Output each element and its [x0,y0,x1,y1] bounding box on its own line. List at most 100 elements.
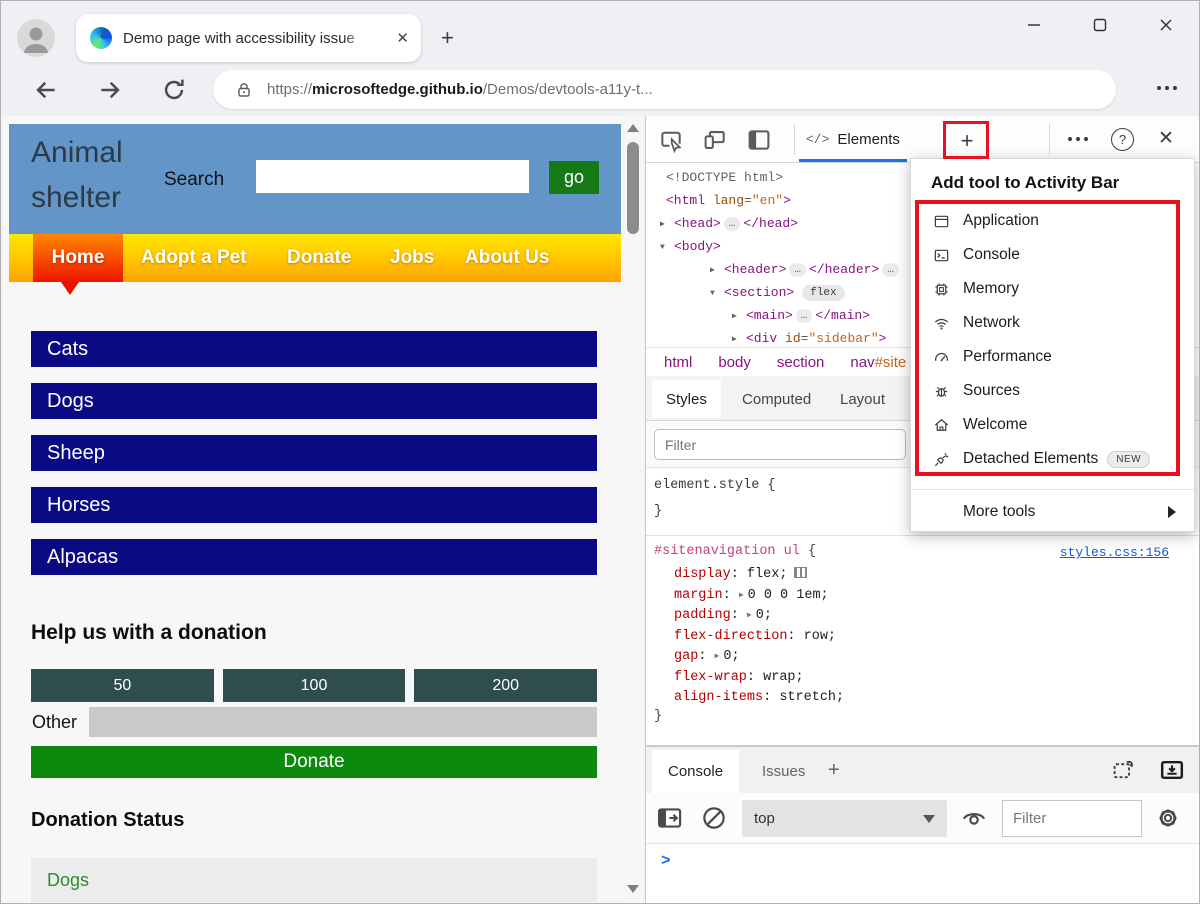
css-property-value[interactable]: stretch; [779,690,844,705]
expand-arrow-icon[interactable]: ▶ [732,305,746,328]
expand-arrow-icon[interactable]: ▶ [715,647,720,668]
tab-styles[interactable]: Styles [652,380,721,418]
drawer-add-tab-icon[interactable]: + [828,759,840,782]
css-property-value[interactable]: 0; [723,649,739,664]
nav-item-home[interactable]: Home [33,234,123,282]
window-controls [1001,1,1199,49]
close-drawer-icon[interactable] [1159,757,1185,783]
close-window-button[interactable] [1133,1,1199,49]
nav-item-adopt[interactable]: Adopt a Pet [141,234,247,282]
css-property-name[interactable]: display [674,567,731,582]
css-property-name[interactable]: align-items [674,690,763,705]
expand-arrow-icon[interactable]: ▶ [732,328,746,347]
css-property-row[interactable]: gap: ▶ 0; [674,647,1199,668]
tab-computed[interactable]: Computed [728,380,825,418]
expand-arrow-icon[interactable]: ▶ [739,586,744,607]
console-prompt-icon[interactable]: > [661,852,671,870]
tab-console[interactable]: Console [652,750,740,793]
nav-home-pointer [61,282,79,295]
donate-button[interactable]: Donate [31,746,597,778]
css-property-value[interactable]: 0 0 0 1em; [748,588,829,603]
browser-tab[interactable]: Demo page with accessibility issue ✕ [76,14,421,62]
minimize-button[interactable] [1001,1,1067,49]
breadcrumb-item-nav[interactable]: nav#site [850,354,906,371]
css-property-value[interactable]: wrap; [763,670,804,685]
nav-item-donate[interactable]: Donate [287,234,351,282]
expand-arrow-icon[interactable]: ▶ [747,606,752,627]
css-property-value[interactable]: row; [804,629,836,644]
console-settings-gear-icon[interactable] [1154,804,1182,832]
flex-editor-icon[interactable] [794,567,808,578]
animal-link-cats[interactable]: Cats [31,331,597,367]
css-property-row[interactable]: align-items: stretch; [674,688,1199,709]
css-property-row[interactable]: padding: ▶ 0; [674,606,1199,627]
css-property-value[interactable]: flex; [747,567,788,582]
clear-console-icon[interactable] [700,804,728,832]
nav-item-about[interactable]: About Us [465,234,549,282]
nav-item-jobs[interactable]: Jobs [390,234,434,282]
device-emulation-icon[interactable] [702,127,728,153]
other-amount-input[interactable] [89,707,597,737]
donation-status-row[interactable]: Dogs [31,858,597,902]
console-output[interactable]: > [646,844,1199,903]
expand-arrow-icon[interactable]: ▼ [660,236,674,259]
amount-100-button[interactable]: 100 [222,669,406,702]
move-quick-view-icon[interactable] [1111,757,1137,783]
console-sidebar-icon[interactable] [656,804,684,832]
css-property-name[interactable]: flex-wrap [674,670,747,685]
styles-filter-input[interactable] [654,429,906,460]
tab-close-icon[interactable]: ✕ [396,29,409,47]
css-property-name[interactable]: gap [674,649,698,664]
expand-arrow-icon[interactable]: ▶ [710,259,724,282]
expand-arrow-icon[interactable]: ▶ [660,213,674,236]
menu-item-more-tools[interactable]: More tools [911,495,1194,529]
devtools-more-icon[interactable] [1068,137,1088,141]
animal-link-horses[interactable]: Horses [31,487,597,523]
amount-50-button[interactable]: 50 [31,669,214,702]
code-token: … [882,263,899,277]
browser-settings-icon[interactable] [1157,86,1177,90]
console-filter-input[interactable] [1002,800,1142,837]
page-scrollbar[interactable] [622,116,644,903]
forward-button[interactable] [97,77,123,103]
animal-link-dogs[interactable]: Dogs [31,383,597,419]
profile-avatar[interactable] [17,19,55,57]
lock-icon[interactable] [235,81,253,99]
tab-layout[interactable]: Layout [826,380,899,418]
tab-elements[interactable]: </> Elements [806,116,900,162]
breadcrumb-item-body[interactable]: body [718,354,751,371]
scroll-up-icon[interactable] [627,124,639,132]
amount-200-button[interactable]: 200 [414,669,598,702]
scroll-down-icon[interactable] [627,885,639,893]
devtools-help-icon[interactable]: ? [1111,128,1134,151]
expand-arrow-icon[interactable]: ▼ [710,282,724,305]
tab-issues[interactable]: Issues [746,750,821,793]
live-expression-eye-icon[interactable] [960,804,988,832]
back-button[interactable] [33,77,59,103]
activity-bar-layout-icon[interactable] [746,127,772,153]
css-property-value[interactable]: 0; [756,608,772,623]
css-property-name[interactable]: flex-direction [674,629,787,644]
search-input[interactable] [256,160,529,193]
scrollbar-thumb[interactable] [627,142,639,234]
breadcrumb-item-section[interactable]: section [777,354,825,371]
code-token: <div [746,331,786,346]
address-bar[interactable]: https://microsoftedge.github.io/Demos/de… [213,70,1116,109]
css-property-row[interactable]: flex-direction: row; [674,627,1199,648]
refresh-button[interactable] [161,77,187,103]
css-property-row[interactable]: display: flex; [674,565,1199,586]
breadcrumb-item-html[interactable]: html [664,354,692,371]
search-go-button[interactable]: go [549,161,599,194]
css-property-name[interactable]: margin [674,588,723,603]
maximize-button[interactable] [1067,1,1133,49]
inspect-element-icon[interactable] [658,127,684,153]
css-property-name[interactable]: padding [674,608,731,623]
css-property-row[interactable]: margin: ▶ 0 0 0 1em; [674,586,1199,607]
css-property-row[interactable]: flex-wrap: wrap; [674,668,1199,689]
stylesheet-source-link[interactable]: styles.css:156 [1060,545,1169,560]
javascript-context-select[interactable]: top [742,800,947,837]
animal-link-sheep[interactable]: Sheep [31,435,597,471]
new-tab-button[interactable]: + [441,25,454,51]
devtools-close-icon[interactable]: ✕ [1158,127,1174,150]
animal-link-alpacas[interactable]: Alpacas [31,539,597,575]
